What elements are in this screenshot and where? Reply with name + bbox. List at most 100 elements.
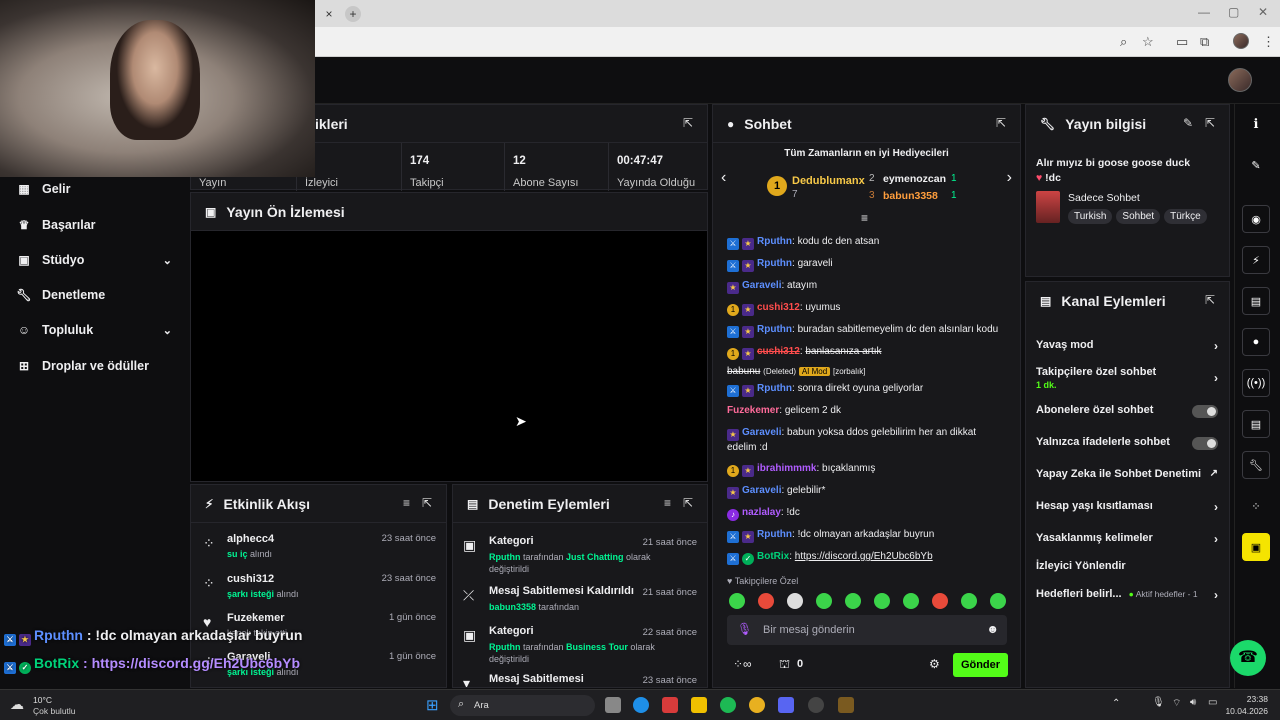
settings-gear-icon[interactable]: ⚙ [929, 657, 940, 671]
puzzle-icon[interactable]: ⧉ [1200, 34, 1209, 50]
bank-icon: ▦ [18, 182, 30, 196]
user-avatar[interactable] [1228, 68, 1252, 92]
points-icon[interactable]: ⁘ [1242, 492, 1270, 520]
sidebar-item-droplar[interactable]: ⊞ Droplar ve ödüller [16, 354, 176, 378]
wrench-icon[interactable]: 🔧︎ [1242, 451, 1270, 479]
app-p-icon[interactable] [662, 697, 678, 713]
broadcast-icon[interactable]: ((•)) [1242, 369, 1270, 397]
chat-username[interactable]: Garaveli [742, 280, 781, 291]
emote-only-toggle[interactable] [1192, 437, 1218, 450]
file-explorer-icon[interactable] [691, 697, 707, 713]
pinned-toggle-icon[interactable]: ≡ [861, 211, 868, 225]
tray-chevron-icon[interactable]: ⌃ [1112, 698, 1120, 709]
chat-message: ⚔ ★ Rputhn: sonra direkt oyuna geliyorlar [727, 382, 1006, 397]
filter-icon[interactable]: ≡ [664, 496, 671, 510]
chat-username[interactable]: BotRix [757, 551, 789, 562]
emote-icon[interactable] [816, 593, 832, 609]
popout-icon[interactable]: ⇱ [683, 116, 693, 130]
chat-username[interactable]: ibrahimmmk [757, 463, 816, 474]
emote-icon[interactable] [932, 593, 948, 609]
spotify-icon[interactable] [720, 697, 736, 713]
edit-pencil-icon[interactable]: ✎ [1242, 151, 1270, 179]
minimize-icon[interactable]: — [1198, 5, 1210, 19]
popout-icon[interactable]: ⇱ [422, 496, 432, 510]
chat-username[interactable]: Rputhn [757, 236, 792, 247]
emote-icon[interactable] [729, 593, 745, 609]
infinity-points-icon[interactable]: ⁘∞ [733, 657, 752, 671]
chat-username[interactable]: nazlalay [742, 507, 781, 518]
chat-message-text[interactable]: https://discord.gg/Eh2Ubc6bYb [795, 551, 933, 562]
emote-icon[interactable] [845, 593, 861, 609]
document-icon[interactable]: ▤ [1242, 287, 1270, 315]
chat-username[interactable]: Garaveli [742, 427, 781, 438]
sidebar-item-denetleme[interactable]: 🔧︎ Denetleme [16, 283, 176, 307]
goals-row[interactable]: Hedefleri belirl... ● Aktif hedefler - 1… [1036, 588, 1218, 602]
support-chat-button[interactable]: ☎ [1230, 640, 1266, 676]
emoji-icon[interactable]: ☻ [986, 622, 999, 636]
subscribers-only-toggle[interactable] [1192, 405, 1218, 418]
bookmark-star-icon[interactable]: ☆ [1142, 34, 1154, 50]
account-age-row[interactable]: Hesap yaşı kısıtlaması › [1036, 500, 1218, 514]
chat-username[interactable]: cushi312 [757, 302, 800, 313]
sidebar-item-gelir[interactable]: ▦ Gelir [16, 177, 176, 201]
chat-input[interactable]: 🎙︎ Bir mesaj gönderin ☻ [727, 615, 1007, 645]
chat-bubble-icon[interactable]: ● [1242, 328, 1270, 356]
taskbar-search[interactable]: ⌕ Ara [450, 695, 595, 716]
profile-avatar[interactable] [1233, 33, 1249, 49]
chat-username[interactable]: Rputhn [757, 529, 792, 540]
start-windows-icon[interactable]: ⊞ [426, 696, 439, 714]
restore-icon[interactable]: ▢ [1228, 5, 1239, 19]
extension-icon[interactable]: ▭ [1176, 34, 1188, 50]
edge-icon[interactable] [633, 697, 649, 713]
popout-icon[interactable]: ⇱ [996, 116, 1006, 130]
kebab-menu-icon[interactable]: ⋮ [1262, 34, 1275, 50]
camera-icon[interactable]: ◉ [1242, 205, 1270, 233]
sidebar-item-basarilar[interactable]: ♛ Başarılar [16, 213, 176, 237]
stack-icon[interactable]: ▤ [1242, 410, 1270, 438]
banned-words-row[interactable]: Yasaklanmış kelimeler › [1036, 532, 1218, 546]
emote-icon[interactable] [990, 593, 1006, 609]
ai-moderation-row[interactable]: Yapay Zeka ile Sohbet Denetimi ↗ [1036, 468, 1218, 480]
tag-chip[interactable]: Turkish [1068, 209, 1113, 224]
task-view-icon[interactable] [605, 697, 621, 713]
raid-row[interactable]: İzleyici Yönlendir [1036, 560, 1218, 572]
chat-username[interactable]: Fuzekemer [727, 405, 779, 416]
popout-icon[interactable]: ⇱ [1205, 293, 1215, 307]
followers-only-row[interactable]: Takipçilere özel sohbet 1 dk. › [1036, 366, 1218, 390]
emote-icon[interactable] [874, 593, 890, 609]
zoom-icon[interactable]: ⌕ [1120, 34, 1127, 50]
mod-badge-icon: ⚔ [727, 260, 739, 272]
game-icon[interactable] [838, 697, 854, 713]
emote-icon[interactable] [903, 593, 919, 609]
chat-username[interactable]: cushi312 [757, 346, 800, 357]
extension-app-icon[interactable]: ▣ [1242, 533, 1270, 561]
emote-icon[interactable] [961, 593, 977, 609]
chat-username[interactable]: Garaveli [742, 485, 781, 496]
mic-icon[interactable]: 🎙︎ [737, 622, 752, 636]
chat-username[interactable]: Rputhn [757, 258, 792, 269]
slow-mode-row[interactable]: Yavaş mod › [1036, 339, 1218, 353]
chat-username[interactable]: Rputhn [757, 383, 792, 394]
emote-icon[interactable] [758, 593, 774, 609]
tag-chip[interactable]: Sohbet [1116, 209, 1161, 224]
discord-icon[interactable] [778, 697, 794, 713]
sidebar-item-studyo[interactable]: ▣ Stüdyo ⌄ [16, 248, 176, 272]
tag-chip[interactable]: Türkçe [1164, 209, 1207, 224]
chrome-icon[interactable] [749, 697, 765, 713]
emote-icon[interactable] [787, 593, 803, 609]
edit-pencil-icon[interactable]: ✎ [1183, 116, 1193, 130]
chat-username[interactable]: Rputhn [757, 324, 792, 335]
chevron-left-icon[interactable]: ‹ [721, 169, 726, 187]
popout-icon[interactable]: ⇱ [683, 496, 693, 510]
filter-icon[interactable]: ≡ [403, 496, 410, 510]
chevron-right-icon[interactable]: › [1007, 169, 1012, 187]
send-button[interactable]: Gönder [953, 653, 1008, 677]
close-tab-button[interactable]: × [321, 6, 337, 22]
info-icon[interactable]: ℹ [1242, 110, 1270, 138]
close-window-icon[interactable]: ✕ [1258, 5, 1268, 19]
new-tab-button[interactable]: + [345, 6, 361, 22]
sidebar-item-topluluk[interactable]: ☺ Topluluk ⌄ [16, 318, 176, 342]
bolt-icon[interactable]: ⚡︎ [1242, 246, 1270, 274]
popout-icon[interactable]: ⇱ [1205, 116, 1215, 130]
obs-icon[interactable] [808, 697, 824, 713]
